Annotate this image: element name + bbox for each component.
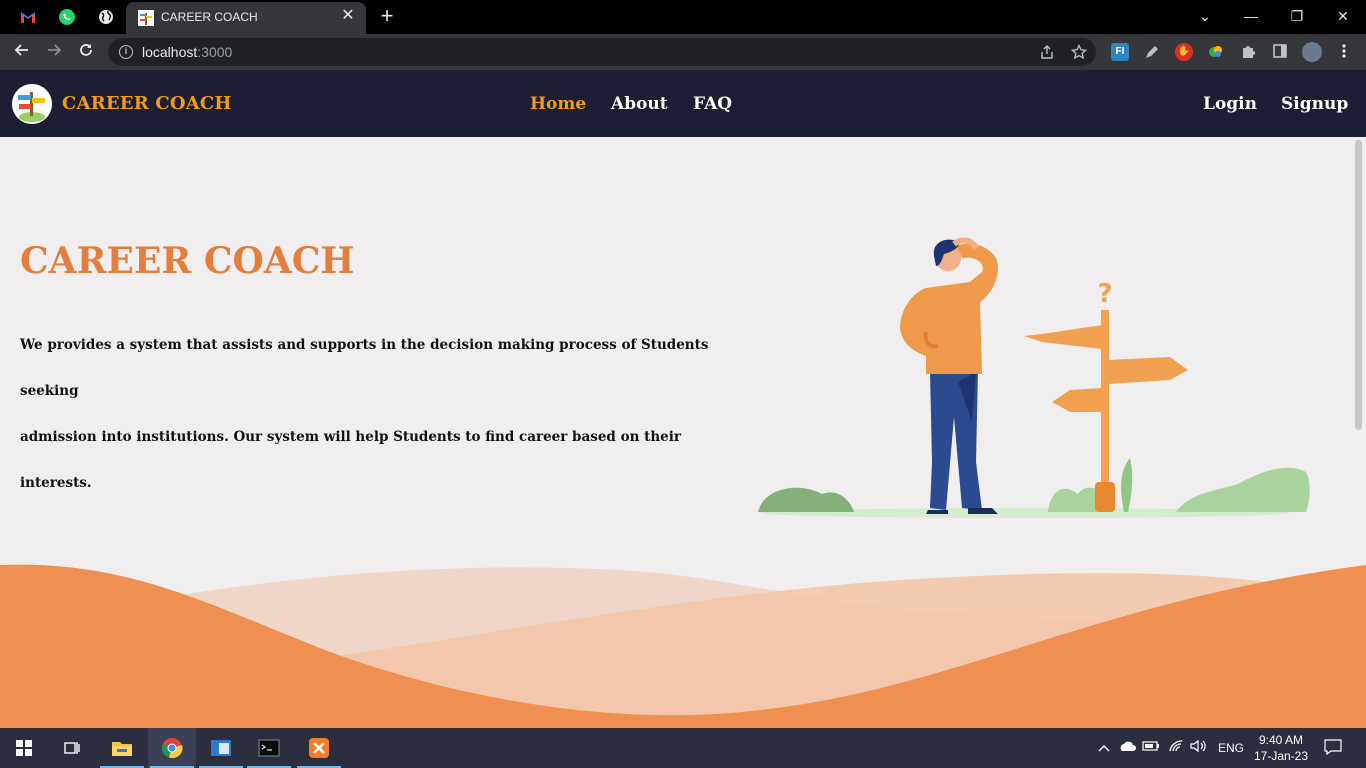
signpost-base bbox=[1095, 482, 1115, 512]
address-bar[interactable]: i localhost:3000 bbox=[108, 38, 1096, 66]
site-info-icon[interactable]: i bbox=[119, 45, 133, 59]
tab-favicon-icon bbox=[138, 10, 154, 26]
profile-avatar[interactable] bbox=[1302, 42, 1322, 62]
hero-description: We provides a system that assists and su… bbox=[20, 322, 720, 506]
chrome-taskbar-icon[interactable] bbox=[148, 728, 196, 768]
extensions-puzzle-icon[interactable] bbox=[1239, 43, 1257, 61]
volume-icon[interactable] bbox=[1190, 739, 1208, 757]
notification-center-icon[interactable] bbox=[1324, 739, 1342, 757]
clock-time: 9:40 AM bbox=[1258, 733, 1304, 747]
terminal-icon[interactable] bbox=[245, 728, 293, 768]
task-view-icon[interactable] bbox=[48, 728, 96, 768]
site-navbar: CAREER COACH Home About FAQ Login Signup bbox=[0, 70, 1366, 137]
site-brand[interactable]: CAREER COACH bbox=[62, 93, 232, 114]
restore-button[interactable]: ❐ bbox=[1285, 4, 1309, 28]
share-icon[interactable] bbox=[1038, 44, 1056, 62]
input-language[interactable]: ENG bbox=[1218, 741, 1244, 755]
extension-block-icon[interactable]: ✋ bbox=[1175, 43, 1193, 61]
tab-close-icon[interactable]: ✕ bbox=[340, 8, 356, 24]
signpost-question-mark: ? bbox=[1097, 279, 1112, 309]
windows-taskbar: ENG 9:40 AM 17-Jan-23 bbox=[0, 728, 1366, 768]
sign-arrow-left-bottom bbox=[1052, 388, 1102, 412]
reload-icon[interactable] bbox=[74, 40, 98, 64]
forward-arrow-icon[interactable] bbox=[42, 40, 66, 64]
extension-pen-icon[interactable] bbox=[1143, 43, 1161, 61]
sign-arrow-left-top bbox=[1024, 325, 1102, 349]
extension-color-icon[interactable] bbox=[1207, 43, 1225, 61]
sign-arrow-right bbox=[1108, 357, 1188, 384]
close-window-button[interactable]: ✕ bbox=[1331, 4, 1355, 28]
right-bush bbox=[1176, 467, 1310, 512]
hero-description-line-1: We provides a system that assists and su… bbox=[20, 337, 709, 399]
gmail-tab-icon[interactable] bbox=[15, 5, 41, 29]
clock-date: 17-Jan-23 bbox=[1253, 749, 1309, 763]
leaf-blade bbox=[1121, 458, 1133, 512]
login-link[interactable]: Login bbox=[1203, 94, 1257, 114]
battery-icon[interactable] bbox=[1142, 739, 1160, 757]
back-arrow-icon[interactable] bbox=[10, 40, 34, 64]
nav-faq-link[interactable]: FAQ bbox=[693, 94, 732, 114]
browser-toolbar: i localhost:3000 FI ✋ bbox=[0, 34, 1366, 70]
taskbar-clock[interactable]: 9:40 AM 17-Jan-23 bbox=[1252, 732, 1310, 764]
whatsapp-tab-icon[interactable] bbox=[54, 5, 80, 29]
tab-career-coach[interactable]: CAREER COACH ✕ bbox=[126, 2, 366, 34]
tab-title: CAREER COACH bbox=[161, 10, 258, 24]
globe-tab-icon[interactable] bbox=[93, 5, 119, 29]
browser-tabstrip: CAREER COACH ✕ + ⌄ — ❐ ✕ bbox=[0, 0, 1366, 34]
hero-title: CAREER COACH bbox=[20, 240, 355, 282]
tray-chevron-up-icon[interactable] bbox=[1095, 739, 1113, 757]
address-url[interactable]: localhost:3000 bbox=[142, 44, 232, 60]
hero-description-line-2: admission into institutions. Our system … bbox=[20, 429, 681, 491]
hero-waves bbox=[0, 564, 1366, 728]
extension-fi-icon[interactable]: FI bbox=[1111, 43, 1129, 61]
onedrive-cloud-icon[interactable] bbox=[1118, 739, 1136, 757]
new-tab-button[interactable]: + bbox=[376, 5, 398, 28]
side-panel-icon[interactable] bbox=[1271, 43, 1289, 61]
minimize-button[interactable]: — bbox=[1239, 4, 1263, 28]
browser-menu-icon[interactable] bbox=[1335, 43, 1353, 61]
tab-search-icon[interactable]: ⌄ bbox=[1193, 4, 1217, 28]
site-logo[interactable] bbox=[12, 84, 52, 124]
start-button[interactable] bbox=[0, 728, 48, 768]
xampp-icon[interactable] bbox=[295, 728, 343, 768]
left-bush bbox=[758, 487, 854, 512]
signpost-pole bbox=[1101, 310, 1109, 512]
app-window-icon[interactable] bbox=[197, 728, 245, 768]
signup-link[interactable]: Signup bbox=[1281, 94, 1348, 114]
bookmark-star-icon[interactable] bbox=[1070, 43, 1088, 62]
file-explorer-icon[interactable] bbox=[98, 728, 146, 768]
hero-illustration: ? bbox=[758, 237, 1310, 518]
wifi-icon[interactable] bbox=[1167, 739, 1185, 757]
nav-home-link[interactable]: Home bbox=[530, 94, 586, 114]
page-scrollbar[interactable] bbox=[1355, 140, 1362, 430]
nav-about-link[interactable]: About bbox=[611, 94, 668, 114]
